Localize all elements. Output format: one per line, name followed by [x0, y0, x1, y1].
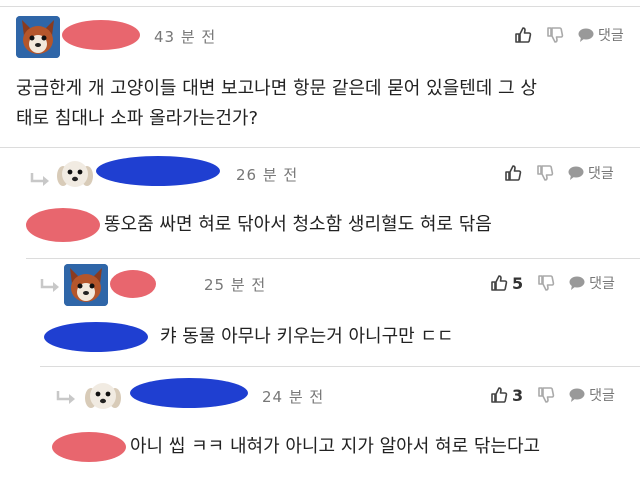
reply-label: 댓글	[589, 388, 615, 404]
reply-label: 댓글	[598, 28, 624, 44]
like-count: 5	[512, 273, 524, 293]
redacted-username	[62, 20, 140, 50]
comment-timestamp: 26 분 전	[236, 166, 299, 184]
reply-button[interactable]: 댓글	[569, 385, 615, 405]
comment-3: 25 분 전 5 댓글 캬 동물 아무나 키우는거 아니구만 ㄷㄷ	[0, 254, 640, 364]
reply-label: 댓글	[588, 166, 614, 182]
dislike-button[interactable]	[537, 274, 555, 292]
comment-body: 아니 씹 ㅋㅋ 내혀가 아니고 지가 알아서 혀로 닦는다고	[130, 436, 541, 457]
thumbs-down-icon	[538, 275, 555, 291]
comment-body: 똥오줌 싸면 혀로 닦아서 청소함 생리혈도 혀로 닦음	[104, 214, 492, 235]
dislike-button[interactable]	[536, 164, 554, 182]
reply-label: 댓글	[589, 276, 615, 292]
like-count: 3	[512, 385, 524, 405]
redacted-username	[52, 432, 126, 462]
like-button[interactable]	[514, 26, 532, 44]
thumbs-up-icon	[491, 275, 508, 291]
like-button[interactable]: 3	[490, 386, 523, 405]
thumbs-down-icon	[538, 387, 555, 403]
speech-bubble-icon	[568, 166, 584, 180]
comment-body-line: 태로 침대나 소파 올라가는건가?	[16, 108, 258, 129]
thumbs-up-icon	[491, 387, 508, 403]
dislike-button[interactable]	[537, 386, 555, 404]
redacted-username	[44, 322, 148, 352]
speech-bubble-icon	[569, 276, 585, 290]
speech-bubble-icon	[578, 28, 594, 42]
comment-timestamp: 25 분 전	[204, 276, 267, 294]
comment-1: 43 분 전 댓글 궁금한게 개 고양이들 대변 보고나면 항문 같은데 묻어 …	[0, 0, 640, 142]
like-button[interactable]	[504, 164, 522, 182]
dislike-button[interactable]	[546, 26, 564, 44]
divider	[0, 6, 640, 7]
comment-timestamp: 43 분 전	[154, 28, 217, 46]
divider	[0, 147, 640, 148]
redacted-username	[110, 270, 156, 298]
dog-avatar-icon[interactable]	[82, 376, 124, 418]
reply-arrow-icon	[56, 391, 75, 404]
thumbs-down-icon	[547, 27, 564, 43]
like-button[interactable]: 5	[490, 274, 523, 293]
comment-actions: 댓글	[500, 24, 624, 46]
divider	[26, 258, 640, 259]
redacted-username	[96, 156, 220, 186]
reply-arrow-icon	[40, 279, 59, 292]
thumbs-up-icon	[515, 27, 532, 43]
redacted-username	[130, 378, 248, 408]
comment-body-line: 궁금한게 개 고양이들 대변 보고나면 항문 같은데 묻어 있을텐데 그 상	[16, 78, 537, 99]
divider	[40, 366, 640, 367]
comment-body: 캬 동물 아무나 키우는거 아니구만 ㄷㄷ	[160, 326, 454, 347]
comment-2: 26 분 전 댓글 똥오줌 싸면 혀로 닦아서 청소함 생리혈도 혀로 닦음	[0, 142, 640, 254]
redacted-username	[26, 208, 100, 242]
comment-actions: 3 댓글	[476, 384, 615, 406]
thumbs-down-icon	[537, 165, 554, 181]
dog-avatar-icon[interactable]	[54, 154, 96, 196]
comment-timestamp: 24 분 전	[262, 388, 325, 406]
reply-button[interactable]: 댓글	[578, 25, 624, 45]
comment-body: 궁금한게 개 고양이들 대변 보고나면 항문 같은데 묻어 있을텐데 그 상 태…	[16, 74, 537, 134]
comment-actions: 5 댓글	[476, 272, 615, 294]
speech-bubble-icon	[569, 388, 585, 402]
reply-button[interactable]: 댓글	[568, 163, 614, 183]
thumbs-up-icon	[505, 165, 522, 181]
fox-avatar-icon[interactable]	[16, 16, 60, 58]
comment-actions: 댓글	[490, 162, 614, 184]
comment-4: 24 분 전 3 댓글 아니 씹 ㅋㅋ 내혀가 아니고 지가 알아서 혀로 닦는…	[0, 364, 640, 487]
reply-arrow-icon	[30, 173, 49, 186]
reply-button[interactable]: 댓글	[569, 273, 615, 293]
fox-avatar-icon[interactable]	[64, 264, 108, 306]
